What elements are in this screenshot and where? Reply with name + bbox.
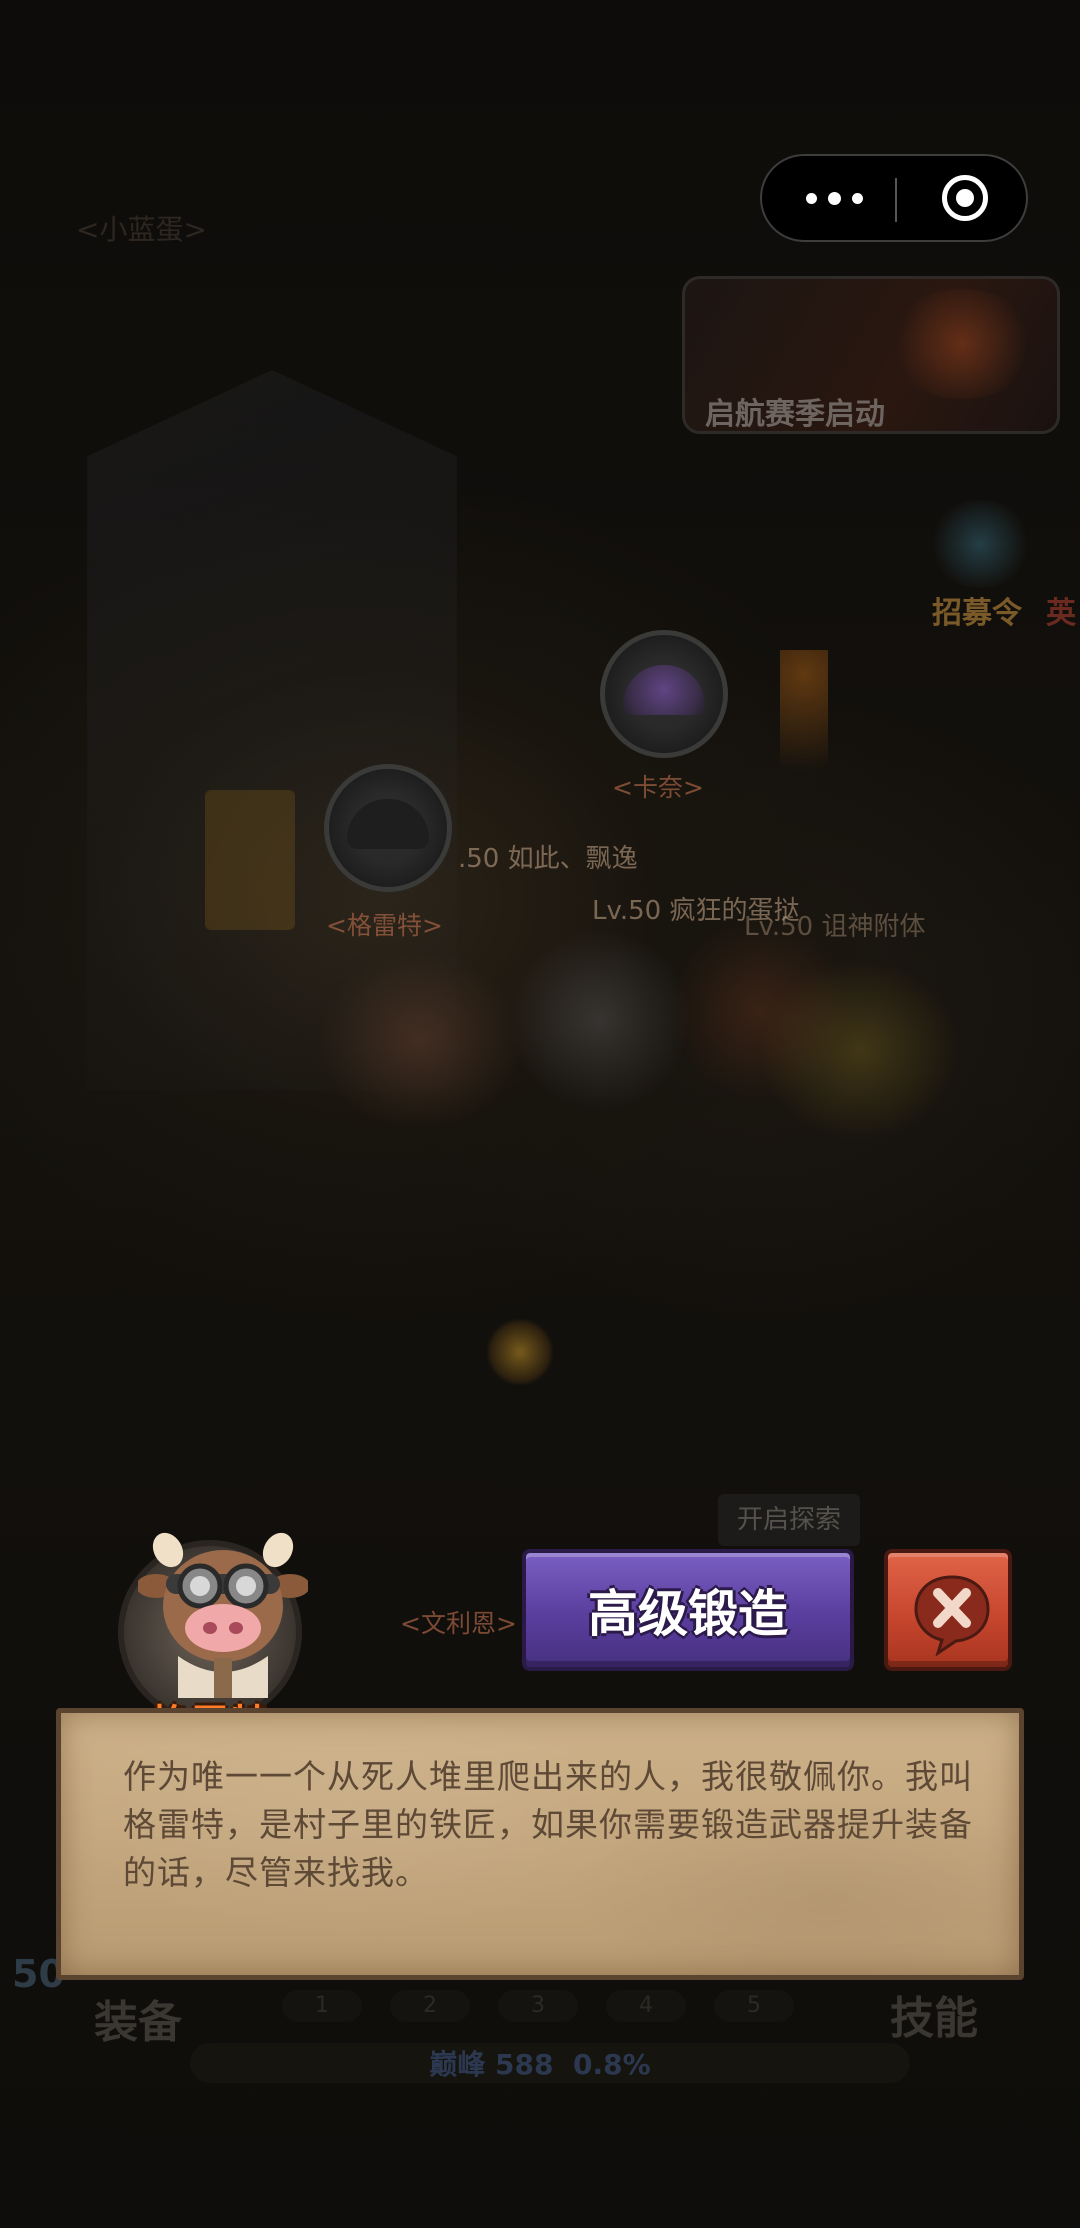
season-label: 启航赛季启动	[705, 397, 885, 432]
player-name-3: Lv.50 诅神附体	[744, 912, 926, 942]
building-door	[205, 790, 295, 930]
more-dots-icon[interactable]	[802, 186, 872, 212]
gold-coin	[486, 1318, 554, 1386]
skills-button[interactable]: 技能	[890, 1982, 978, 2046]
close-dialog-button[interactable]	[884, 1549, 1012, 1671]
world-faint-label: <小蓝蛋>	[76, 213, 207, 246]
torch	[780, 650, 828, 810]
npc-wenli-label: <文利恩>	[400, 1609, 517, 1638]
dialog-text: 作为唯一一个从死人堆里爬出来的人，我很敬佩你。我叫格雷特，是村子里的铁匠，如果你…	[123, 1757, 973, 1892]
skill-slot[interactable]: 3	[498, 1990, 578, 2022]
skill-slot[interactable]: 5	[714, 1990, 794, 2022]
npc-kana-bubble	[600, 630, 728, 758]
experience-text: 巅峰 588 0.8%	[0, 2043, 1080, 2083]
npc-kana-label: <卡奈>	[612, 773, 704, 802]
skill-slots: 1 2 3 4 5	[282, 1990, 802, 2026]
npc-grey-bubble	[324, 764, 452, 892]
skill-slot[interactable]: 2	[390, 1990, 470, 2022]
cow-blacksmith-portrait-icon	[138, 1532, 308, 1698]
close-chat-icon	[914, 1575, 990, 1657]
recruit-extra-label: 英	[1046, 596, 1076, 631]
player-name-1: .50 如此、飘逸	[458, 844, 638, 874]
advanced-forge-label: 高级锻造	[588, 1585, 788, 1643]
advanced-forge-button[interactable]: 高级锻造	[522, 1549, 854, 1671]
experience-label: 巅峰 588	[429, 2048, 554, 2081]
skill-slot[interactable]: 1	[282, 1990, 362, 2022]
season-event-banner[interactable]: 启航赛季启动	[682, 276, 1060, 434]
dialog-parchment[interactable]: 作为唯一一个从死人堆里爬出来的人，我很敬佩你。我叫格雷特，是村子里的铁匠，如果你…	[56, 1708, 1024, 1980]
recruit-icon[interactable]	[928, 500, 1032, 588]
experience-percent: 0.8%	[573, 2048, 651, 2081]
capsule-divider	[895, 178, 897, 222]
explore-tag: 开启探索	[718, 1494, 860, 1546]
season-art-icon	[887, 289, 1037, 399]
npc-grey-label: <格雷特>	[326, 911, 443, 940]
equipment-button[interactable]: 装备	[94, 1986, 182, 2050]
recruit-label: 招募令	[932, 596, 1022, 631]
mini-program-capsule	[760, 154, 1028, 242]
skill-slot[interactable]: 4	[606, 1990, 686, 2022]
target-circle-icon[interactable]	[942, 175, 988, 221]
